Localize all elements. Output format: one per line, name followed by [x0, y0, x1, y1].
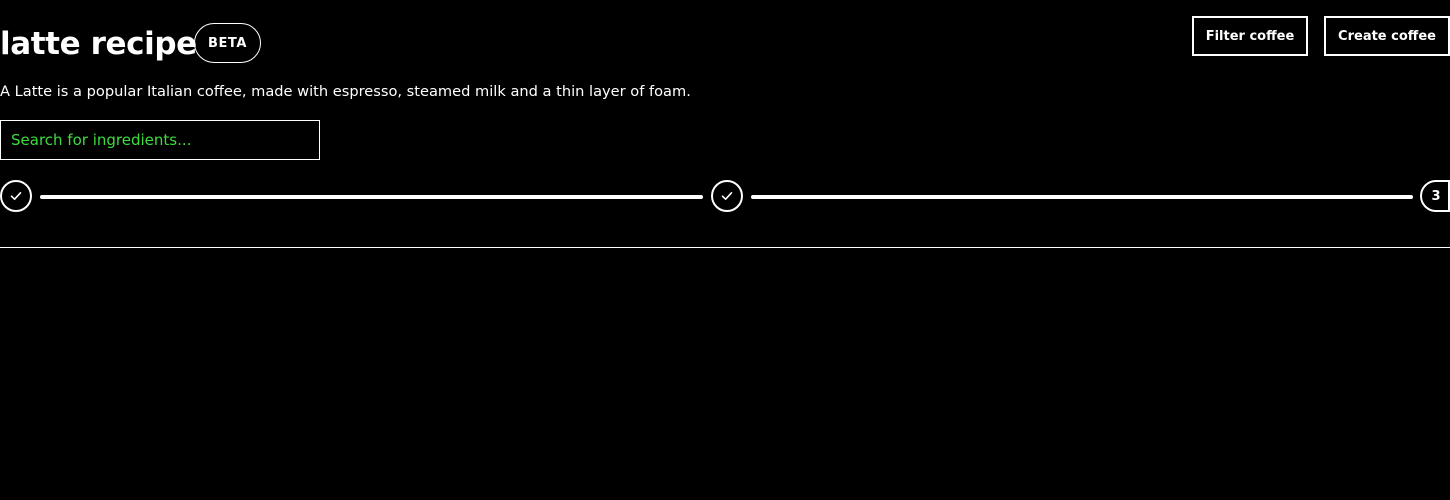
filter-coffee-button[interactable]: Filter coffee	[1192, 16, 1308, 56]
ingredient-search-input[interactable]	[0, 120, 320, 160]
check-icon	[720, 189, 734, 203]
progress-stepper: 3	[0, 180, 1450, 212]
create-coffee-button[interactable]: Create coffee	[1324, 16, 1450, 56]
recipe-description: A Latte is a popular Italian coffee, mad…	[0, 83, 691, 100]
step-2-complete[interactable]	[711, 180, 743, 212]
check-icon	[9, 189, 23, 203]
page: latte recipe BETA Filter coffee Create c…	[0, 0, 1450, 500]
step-connector	[40, 195, 703, 199]
page-title: latte recipe	[0, 26, 197, 62]
step-number: 3	[1431, 188, 1441, 204]
beta-badge: BETA	[194, 23, 261, 63]
header: latte recipe BETA Filter coffee Create c…	[0, 16, 1450, 72]
divider	[0, 247, 1450, 248]
step-3-current[interactable]: 3	[1420, 180, 1450, 212]
step-1-complete[interactable]	[0, 180, 32, 212]
step-connector	[751, 195, 1413, 199]
